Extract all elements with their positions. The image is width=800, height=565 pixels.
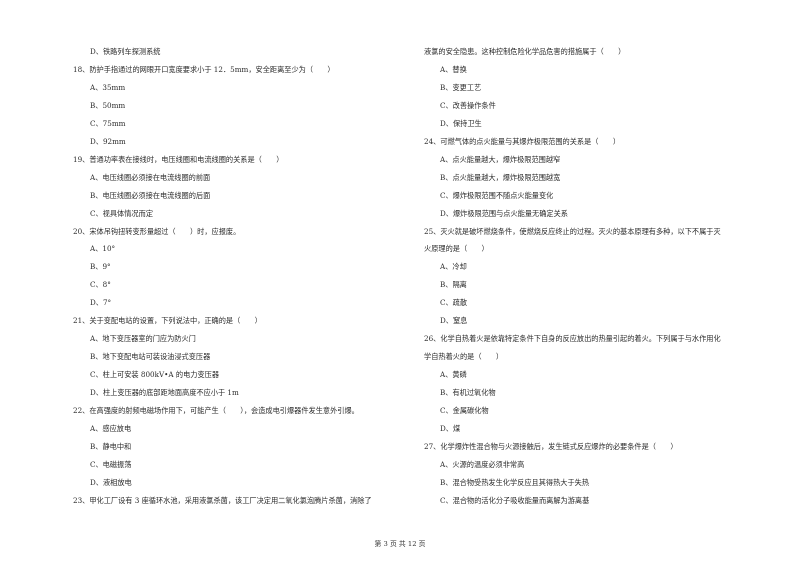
answer-option: B、50mm — [90, 100, 126, 110]
answer-option: C、视具体情况而定 — [90, 208, 154, 218]
answer-option: D、铁路列车探测系统 — [90, 47, 161, 56]
answer-option: B、电压线圈必须接在电流线圈的后面 — [90, 190, 211, 200]
question-continuation: 学自热着火的是（ ） — [424, 352, 504, 362]
answer-option: A、冷却 — [440, 262, 467, 272]
answer-option: D、保持卫生 — [440, 118, 482, 128]
answer-option: A、电压线圈必须接在电流线圈的前面 — [90, 172, 211, 182]
question-text: 22、在高强度的射频电磁场作用下，可能产生（ ），会造成电引爆器件发生意外引爆。 — [73, 406, 359, 415]
question-continuation: 火原理的是（ ） — [424, 244, 489, 254]
answer-option: D、液相放电 — [90, 477, 132, 487]
answer-option: A、35mm — [90, 82, 126, 92]
answer-option: A、地下变压器室的门应为防火门 — [90, 334, 196, 344]
answer-option: C、疏散 — [440, 298, 468, 308]
answer-option: C、爆炸极限范围不随点火能量变化 — [440, 190, 554, 200]
answer-option: B、9° — [90, 262, 111, 272]
answer-option: A、感应放电 — [90, 423, 132, 433]
question-text: 27、化学爆炸性混合物与火源接触后，发生链式反应爆炸的必要条件是（ ） — [424, 441, 678, 451]
answer-option: D、窒息 — [440, 316, 468, 326]
question-text: 23、甲化工厂设有 3 座循环水池，采用液氯杀菌，该工厂决定用二氧化氯泡腾片杀菌… — [73, 495, 372, 505]
question-text: 21、关于变配电站的设置，下列说法中，正确的是（ ） — [73, 316, 262, 326]
question-text: 24、可燃气体的点火能量与其爆炸极限范围的关系是（ ） — [424, 136, 621, 146]
question-continuation: 液氯的安全隐患。这种控制危险化学品危害的措施属于（ ） — [424, 47, 626, 56]
answer-option: B、点火能量越大，爆炸极限范围越宽 — [440, 172, 561, 182]
answer-option: C、金属碳化物 — [440, 406, 489, 415]
answer-option: B、混合物受热发生化学反应且其得热大于失热 — [440, 477, 590, 487]
answer-option: C、改善操作条件 — [440, 100, 496, 110]
answer-option: B、有机过氧化物 — [440, 388, 496, 398]
answer-option: D、煤 — [440, 423, 461, 433]
answer-option: C、电磁振荡 — [90, 459, 132, 469]
answer-option: C、75mm — [90, 118, 126, 128]
answer-option: D、柱上变压器的底部距地面高度不应小于 1m — [90, 388, 239, 398]
answer-option: C、混合物的活化分子吸收能量而离解为游离基 — [440, 495, 590, 505]
answer-option: A、黄磷 — [440, 370, 467, 380]
answer-option: D、7° — [90, 298, 112, 308]
answer-option: A、10° — [90, 244, 116, 254]
question-text: 18、防护手指通过的网眼开口宽度要求小于 12．5mm，安全距离至少为（ ） — [73, 64, 335, 74]
answer-option: B、静电中和 — [90, 441, 132, 451]
question-text: 25、灭火就是破坏燃烧条件，使燃烧反应终止的过程。灭火的基本原理有多种，以下不属… — [424, 226, 721, 236]
question-text: 26、化学自热着火是依靠特定条件下自身的反应放出的热量引起的着火。下列属于与水作… — [424, 334, 721, 344]
answer-option: D、92mm — [90, 136, 126, 146]
answer-option: B、隔离 — [440, 280, 467, 290]
page-footer: 第 3 页 共 12 页 — [374, 540, 426, 548]
question-text: 19、普通功率表在接线时，电压线圈和电流线圈的关系是（ ） — [73, 154, 284, 164]
answer-option: A、点火能量越大，爆炸极限范围越窄 — [440, 154, 561, 164]
answer-option: C、柱上可安装 800kV•A 的电力变压器 — [90, 370, 220, 380]
question-text: 20、宋体吊钩扭转变形量超过（ ）时，应报废。 — [73, 226, 241, 236]
answer-option: A、火源的温度必须非常高 — [440, 459, 525, 469]
answer-option: B、地下变配电站可装设油浸式变压器 — [90, 352, 211, 362]
answer-option: B、变更工艺 — [440, 82, 482, 92]
answer-option: D、爆炸极限范围与点火能量无确定关系 — [440, 208, 568, 218]
answer-option: C、8° — [90, 280, 111, 290]
answer-option: A、替换 — [440, 64, 467, 74]
